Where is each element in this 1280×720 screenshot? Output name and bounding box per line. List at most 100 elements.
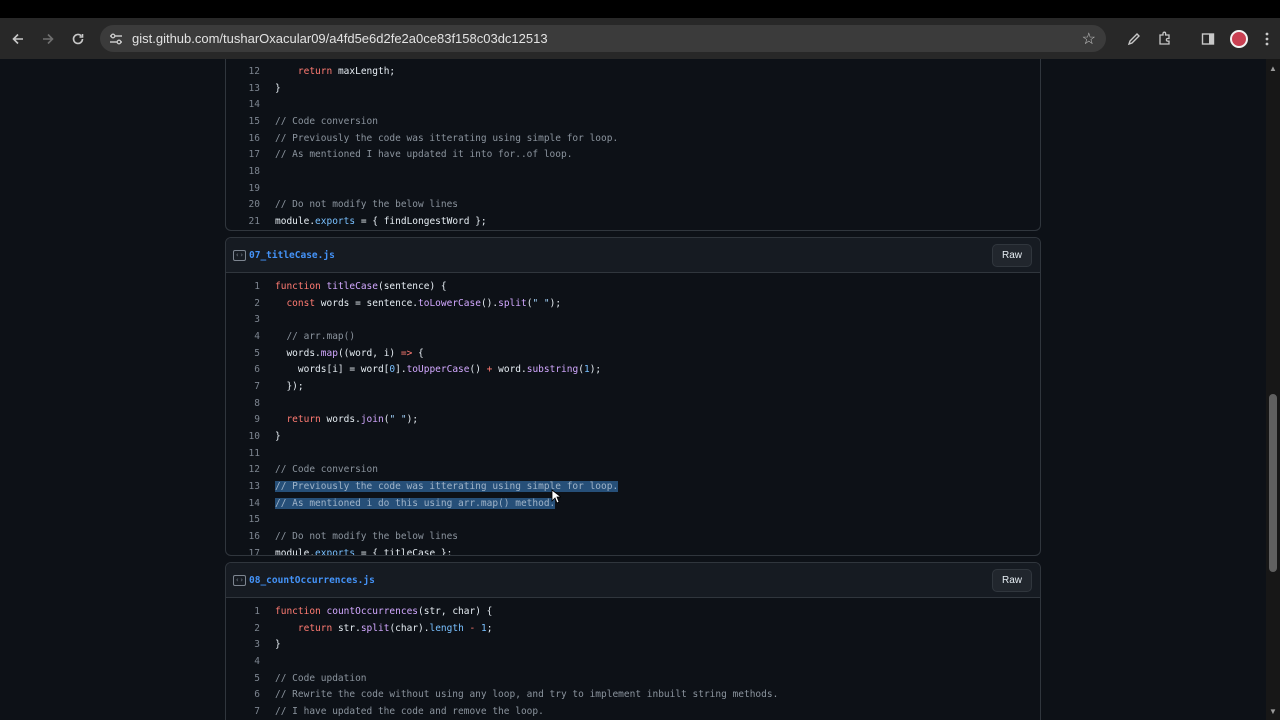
scroll-thumb[interactable] (1269, 394, 1277, 572)
code-line: 7 // I have updated the code and remove t… (226, 703, 1040, 720)
line-number[interactable]: 4 (226, 656, 260, 667)
scroll-down-arrow-icon[interactable]: ▼ (1266, 704, 1280, 718)
edit-pen-icon[interactable] (1118, 24, 1149, 54)
line-number[interactable]: 3 (226, 314, 260, 325)
site-info-icon[interactable] (108, 31, 124, 47)
raw-button[interactable]: Raw (991, 244, 1032, 267)
file-name-link[interactable]: 08_countOccurrences.js (249, 575, 375, 586)
line-number[interactable]: 7 (226, 706, 260, 717)
code-line: 3} (226, 636, 1040, 653)
line-number[interactable]: 16 (226, 133, 260, 144)
line-number[interactable]: 9 (226, 414, 260, 425)
forward-icon[interactable] (33, 24, 63, 54)
line-number[interactable]: 10 (226, 431, 260, 442)
code-line: 5 words.map((word, i) => { (226, 345, 1040, 362)
code-line: 14 // As mentioned i do this using arr.ma… (226, 495, 1040, 512)
code-line: 3 (226, 311, 1040, 328)
line-code: }); (275, 380, 304, 392)
code-line: 17 // As mentioned I have updated it into… (226, 146, 1040, 163)
line-code: // I have updated the code and remove th… (275, 705, 544, 717)
line-number[interactable]: 16 (226, 531, 260, 542)
code-block: 1 function countOccurrences(str, char) {2… (226, 598, 1040, 720)
page-scrollbar[interactable]: ▲ ▼ (1266, 59, 1280, 720)
code-line: 19 (226, 180, 1040, 197)
code-line: 11 (226, 445, 1040, 462)
line-number[interactable]: 15 (226, 116, 260, 127)
line-number[interactable]: 7 (226, 381, 260, 392)
code-line: 1 function titleCase(sentence) { (226, 278, 1040, 295)
line-number[interactable]: 8 (226, 398, 260, 409)
code-line: 17 module.exports = { titleCase }; (226, 545, 1040, 556)
code-line: 5 // Code updation (226, 670, 1040, 687)
line-code: // Rewrite the code without using any lo… (275, 689, 779, 701)
code-file-icon: ‹› (233, 574, 246, 586)
line-number[interactable]: 2 (226, 298, 260, 309)
code-line: 2 const words = sentence.toLowerCase().s… (226, 295, 1040, 312)
code-line: 8 (226, 395, 1040, 412)
code-line: 12 // Code conversion (226, 462, 1040, 479)
line-number[interactable]: 4 (226, 331, 260, 342)
gist-file-count-occurrences: ‹› 08_countOccurrences.js Raw 1 function … (225, 562, 1041, 720)
raw-button[interactable]: Raw (991, 569, 1032, 592)
address-bar[interactable]: gist.github.com/tusharOxacular09/a4fd5e6… (100, 25, 1106, 52)
line-code: // As mentioned I have updated it into f… (275, 149, 573, 161)
line-number[interactable]: 2 (226, 623, 260, 634)
code-line: 2 return str.split(char).length - 1; (226, 620, 1040, 637)
line-number[interactable]: 1 (226, 606, 260, 617)
code-line: 14 (226, 96, 1040, 113)
reload-icon[interactable] (63, 24, 93, 54)
file-header: ‹› 08_countOccurrences.js Raw (226, 563, 1040, 598)
line-code: module.exports = { findLongestWord }; (275, 216, 487, 228)
line-number[interactable]: 15 (226, 514, 260, 525)
tab-strip (0, 0, 1280, 18)
line-number[interactable]: 14 (226, 99, 260, 110)
line-code: } (275, 431, 281, 443)
profile-avatar[interactable] (1223, 24, 1254, 54)
back-icon[interactable] (3, 24, 33, 54)
code-line: 6 // Rewrite the code without using any l… (226, 686, 1040, 703)
code-line: 15 // Code conversion (226, 113, 1040, 130)
side-panel-icon[interactable] (1192, 24, 1223, 54)
line-number[interactable]: 5 (226, 673, 260, 684)
code-line: 4 (226, 653, 1040, 670)
menu-kebab-icon[interactable] (1254, 24, 1280, 54)
line-number[interactable]: 1 (226, 281, 260, 292)
line-number[interactable]: 3 (226, 639, 260, 650)
extensions-icon[interactable] (1149, 24, 1180, 54)
line-code: // Do not modify the below lines (275, 531, 459, 543)
line-number[interactable]: 6 (226, 364, 260, 375)
code-line: 10} (226, 428, 1040, 445)
file-name-link[interactable]: 07_titleCase.js (249, 250, 335, 261)
line-code: } (275, 82, 281, 94)
url-text[interactable]: gist.github.com/tusharOxacular09/a4fd5e6… (132, 31, 548, 46)
line-number[interactable]: 14 (226, 498, 260, 509)
line-number[interactable]: 21 (226, 216, 260, 227)
code-line: 9 return words.join(" "); (226, 412, 1040, 429)
line-code: // Code conversion (275, 115, 378, 127)
line-number[interactable]: 18 (226, 166, 260, 177)
code-line: 18 (226, 163, 1040, 180)
line-number[interactable]: 17 (226, 149, 260, 160)
line-number[interactable]: 12 (226, 464, 260, 475)
line-number[interactable]: 6 (226, 689, 260, 700)
code-line: 21 module.exports = { findLongestWord }; (226, 213, 1040, 230)
line-code: } (275, 639, 281, 651)
bookmark-star-icon[interactable]: ☆ (1082, 29, 1096, 49)
gist-page: 12 return maxLength; 13} 14 15// Code conve… (0, 59, 1266, 720)
gist-file-title-case: ‹› 07_titleCase.js Raw 1 function titleCa… (225, 237, 1041, 556)
mouse-cursor-icon (551, 489, 561, 504)
line-number[interactable]: 12 (226, 66, 260, 77)
line-number[interactable]: 17 (226, 548, 260, 555)
line-code: module.exports = { titleCase }; (275, 547, 453, 556)
line-number[interactable]: 19 (226, 183, 260, 194)
line-number[interactable]: 20 (226, 199, 260, 210)
line-number[interactable]: 13 (226, 83, 260, 94)
line-number[interactable]: 5 (226, 348, 260, 359)
line-code: // Previously the code was itterating us… (275, 481, 619, 493)
line-number[interactable]: 11 (226, 448, 260, 459)
line-code: // Code conversion (275, 464, 378, 476)
code-file-icon: ‹› (233, 249, 246, 261)
line-number[interactable]: 13 (226, 481, 260, 492)
scroll-up-arrow-icon[interactable]: ▲ (1266, 61, 1280, 75)
code-line: 20 // Do not modify the below lines (226, 197, 1040, 214)
